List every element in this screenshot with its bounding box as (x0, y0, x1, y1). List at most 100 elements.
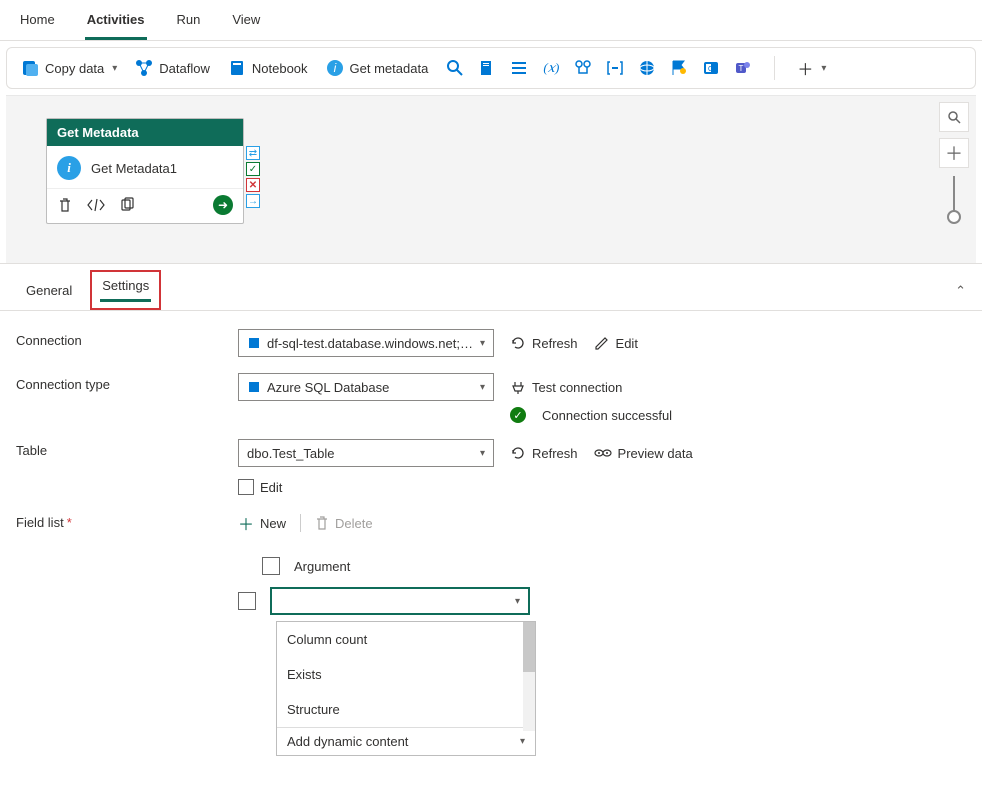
settings-panel-body: Connection df-sql-test.database.windows.… (0, 310, 982, 790)
code-icon[interactable] (87, 197, 105, 213)
refresh-label: Refresh (532, 446, 578, 461)
connection-label: Connection (16, 329, 238, 348)
bracket-icon[interactable] (606, 59, 624, 77)
info-icon: i (326, 59, 344, 77)
notebook-button[interactable]: Notebook (228, 59, 308, 77)
outlook-icon[interactable]: O (702, 59, 720, 77)
activities-toolbar: Copy data ▾ Dataflow Notebook i Get meta… (6, 47, 976, 89)
properties-tab-bar: General Settings ⌃ (0, 263, 982, 310)
svg-text:T: T (739, 64, 744, 73)
get-metadata-button[interactable]: i Get metadata (326, 59, 429, 77)
refresh-connection-button[interactable]: Refresh (510, 335, 578, 351)
database-icon (247, 336, 261, 350)
chevron-down-icon: ▾ (480, 338, 485, 349)
plus-icon: ＋ (238, 511, 254, 535)
panel-collapse-button[interactable]: ⌃ (955, 283, 966, 299)
copy-data-button[interactable]: Copy data ▾ (21, 59, 117, 77)
argument-row-checkbox[interactable] (238, 592, 256, 610)
edit-label: Edit (616, 336, 638, 351)
tab-run[interactable]: Run (175, 6, 203, 40)
table-value: dbo.Test_Table (247, 446, 334, 461)
node-header: Get Metadata (47, 119, 243, 146)
chevron-down-icon: ▾ (515, 596, 520, 607)
dropdown-scrollbar[interactable] (523, 622, 535, 731)
preview-data-label: Preview data (618, 446, 693, 461)
script-icon[interactable] (478, 59, 496, 77)
activity-node-get-metadata[interactable]: Get Metadata i Get Metadata1 ➜ (46, 118, 244, 224)
field-list-label: Field list* (16, 511, 238, 530)
copy-data-label: Copy data (45, 61, 104, 76)
azure-sql-icon (247, 380, 261, 394)
get-metadata-label: Get metadata (350, 61, 429, 76)
canvas-search-button[interactable] (939, 102, 969, 132)
dropdown-option-structure[interactable]: Structure (277, 692, 535, 727)
refresh-table-button[interactable]: Refresh (510, 445, 578, 461)
delete-icon[interactable] (57, 197, 73, 213)
row-connection-type: Connection type Azure SQL Database ▾ Tes… (16, 373, 966, 423)
tab-activities[interactable]: Activities (85, 6, 147, 40)
magnify-icon[interactable] (446, 59, 464, 77)
chevron-down-icon: ▾ (821, 63, 826, 74)
connector-success-icon[interactable]: ✓ (246, 162, 260, 176)
row-table: Table dbo.Test_Table ▾ Refresh Preview d… (16, 439, 966, 495)
connector-fail-icon[interactable]: ✕ (246, 178, 260, 192)
dataflow-label: Dataflow (159, 61, 210, 76)
conn-type-select[interactable]: Azure SQL Database ▾ (238, 373, 494, 401)
canvas-zoom-in-button[interactable]: ＋ (939, 138, 969, 168)
connection-select[interactable]: df-sql-test.database.windows.net;tes… ▾ (238, 329, 494, 357)
pipeline-canvas[interactable]: Get Metadata i Get Metadata1 ➜ ⇄ ✓ ✕ → ＋ (6, 95, 976, 263)
connector-sync-icon[interactable]: ⇄ (246, 146, 260, 160)
toolbar-extra-icons: (𝑥) O T (446, 59, 752, 77)
globe-icon[interactable] (638, 59, 656, 77)
panel-tab-settings[interactable]: Settings (100, 276, 151, 302)
canvas-side-controls: ＋ (938, 102, 970, 216)
argument-header-row: Argument (238, 551, 966, 581)
field-list-delete-button[interactable]: Delete (315, 515, 373, 531)
teams-icon[interactable]: T (734, 59, 752, 77)
test-connection-label: Test connection (532, 380, 622, 395)
preview-data-button[interactable]: Preview data (594, 446, 693, 461)
add-activity-button[interactable]: ＋ ▾ (797, 56, 826, 80)
test-connection-button[interactable]: Test connection (510, 379, 622, 395)
argument-table: Argument ▾ Column count Exists Structure… (238, 551, 966, 756)
list-icon[interactable] (510, 59, 528, 77)
notebook-label: Notebook (252, 61, 308, 76)
lookup-icon[interactable] (574, 59, 592, 77)
info-icon: i (57, 156, 81, 180)
delete-label: Delete (335, 516, 373, 531)
connector-skip-icon[interactable]: → (246, 194, 260, 208)
field-list-new-button[interactable]: ＋ New (238, 511, 286, 535)
settings-highlight-box: Settings (90, 270, 161, 310)
dropdown-add-dynamic-content[interactable]: Add dynamic content ▾ (277, 727, 535, 755)
zoom-slider-handle[interactable] (947, 210, 961, 224)
connection-success-label: Connection successful (542, 408, 672, 423)
panel-tab-general[interactable]: General (16, 275, 82, 308)
variable-icon[interactable]: (𝑥) (542, 59, 560, 77)
dropdown-option-column-count[interactable]: Column count (277, 622, 535, 657)
scrollbar-thumb[interactable] (523, 622, 535, 672)
node-body: i Get Metadata1 (47, 146, 243, 188)
table-label: Table (16, 439, 238, 458)
run-icon[interactable]: ➜ (213, 195, 233, 215)
plus-icon: ＋ (797, 56, 813, 80)
dataflow-button[interactable]: Dataflow (135, 59, 210, 77)
tab-view[interactable]: View (230, 6, 262, 40)
select-all-checkbox[interactable] (262, 557, 280, 575)
zoom-slider-track[interactable] (953, 176, 955, 216)
argument-dropdown: Column count Exists Structure Add dynami… (276, 621, 536, 756)
copy-icon[interactable] (119, 197, 135, 213)
row-connection: Connection df-sql-test.database.windows.… (16, 329, 966, 357)
notebook-icon (228, 59, 246, 77)
svg-text:i: i (333, 61, 336, 75)
argument-select[interactable]: ▾ (270, 587, 530, 615)
tab-home[interactable]: Home (18, 6, 57, 40)
edit-table-checkbox[interactable] (238, 479, 254, 495)
edit-connection-button[interactable]: Edit (594, 335, 638, 351)
chevron-down-icon: ▾ (520, 736, 525, 747)
dropdown-option-exists[interactable]: Exists (277, 657, 535, 692)
table-select[interactable]: dbo.Test_Table ▾ (238, 439, 494, 467)
new-label: New (260, 516, 286, 531)
flag-icon[interactable] (670, 59, 688, 77)
success-check-icon: ✓ (510, 407, 526, 423)
refresh-label: Refresh (532, 336, 578, 351)
